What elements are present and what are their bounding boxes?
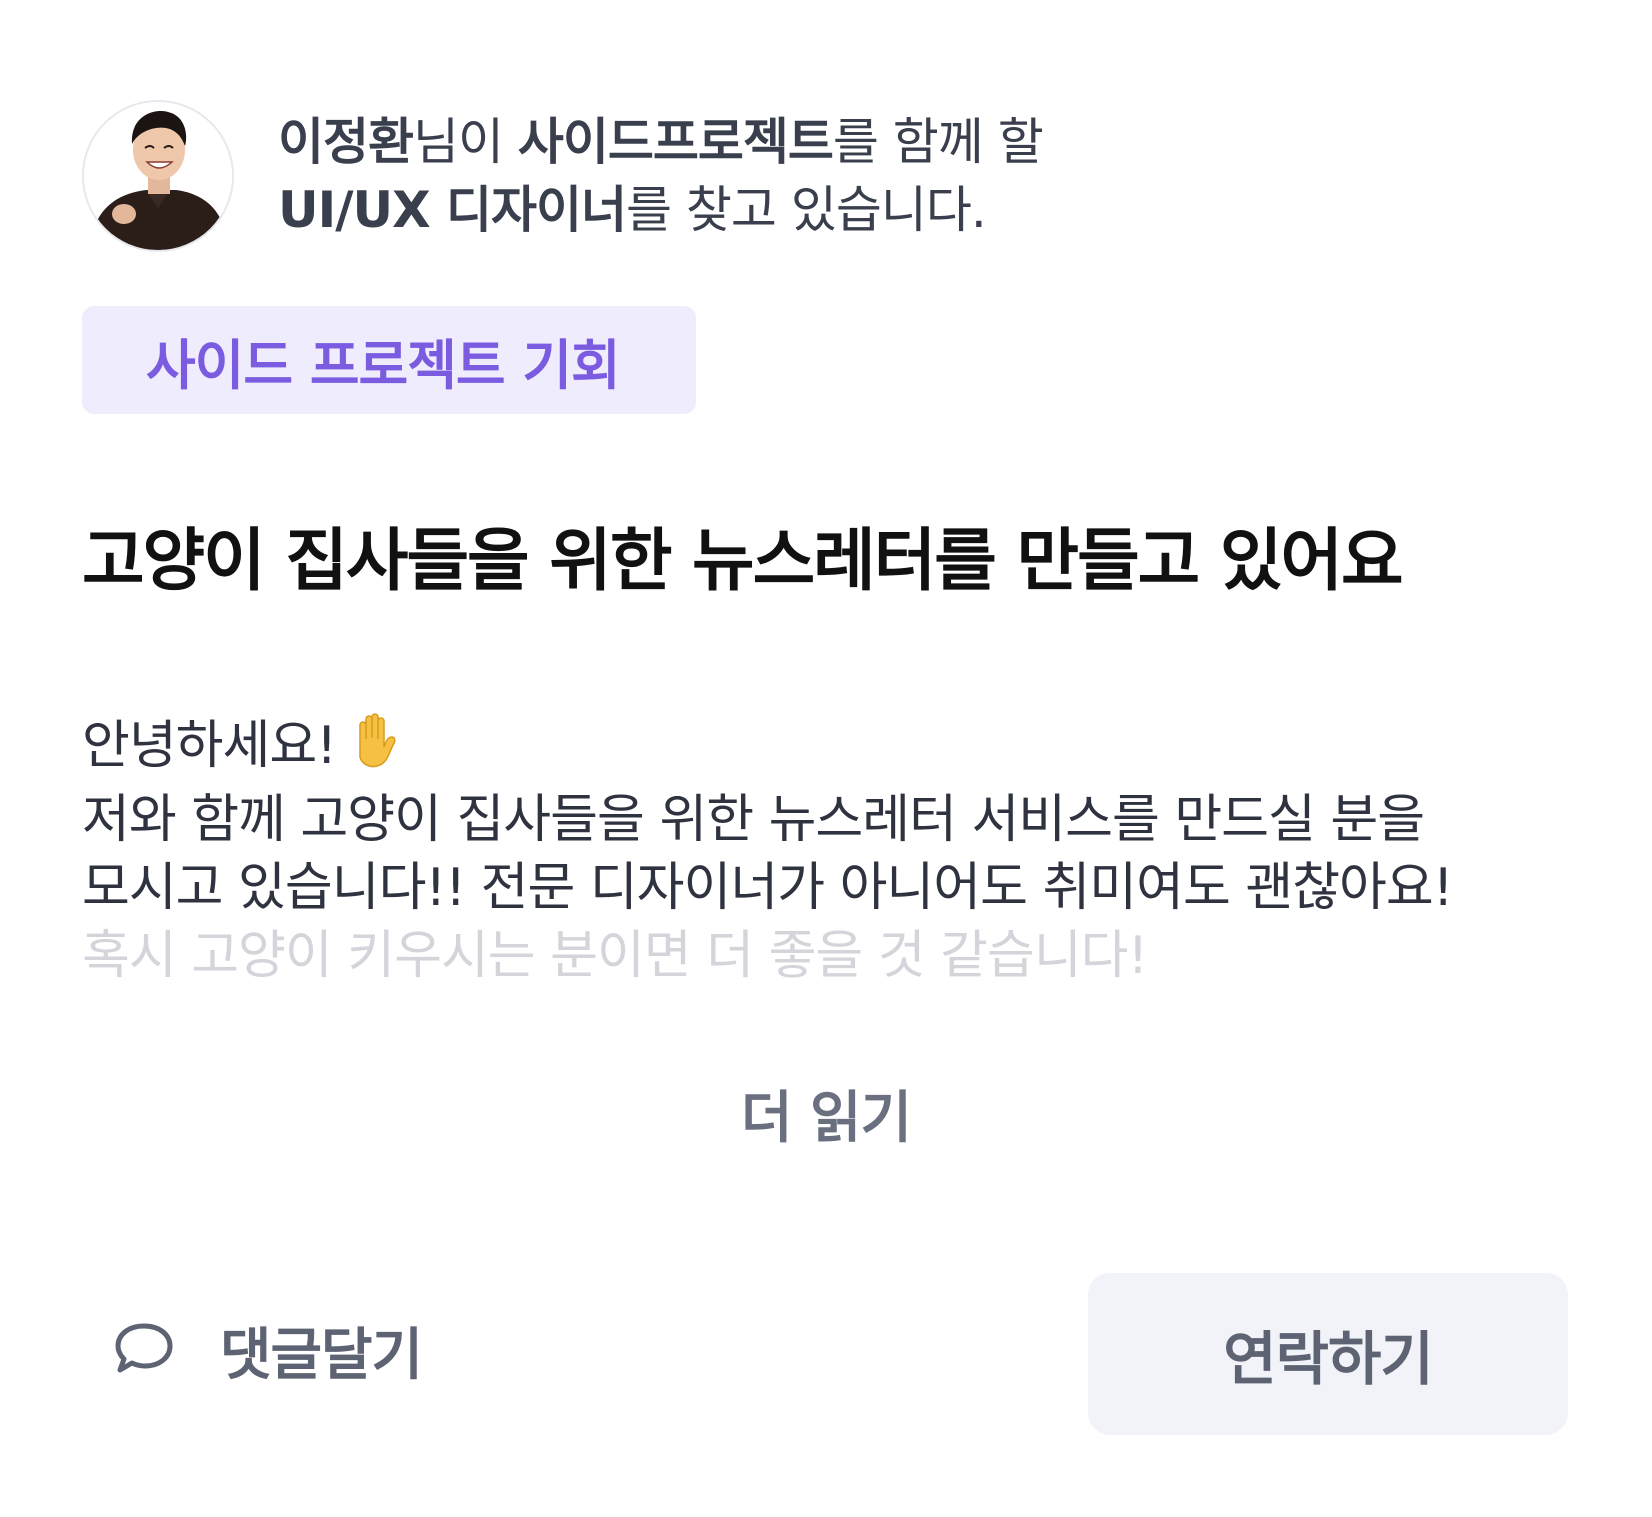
post-header: 이정환님이 사이드프로젝트를 함께 할 UI/UX 디자이너를 찾고 있습니다. <box>82 100 1044 252</box>
comment-button-label: 댓글달기 <box>220 1322 423 1388</box>
contact-button[interactable]: 연락하기 <box>1088 1273 1568 1435</box>
body-line-1: 안녕하세요! <box>82 712 1582 786</box>
project-category: 사이드프로젝트 <box>517 113 834 171</box>
speech-bubble-icon <box>112 1316 176 1384</box>
read-more-button[interactable]: 더 읽기 <box>0 1073 1652 1154</box>
greeting-text: 안녕하세요! <box>82 716 337 776</box>
post-title: 고양이 집사들을 위한 뉴스레터를 만들고 있어요 <box>82 522 1404 601</box>
contact-button-label: 연락하기 <box>1223 1325 1433 1393</box>
body-line-4: 혹시 고양이 키우시는 분이면 더 좋을 것 같습니다! <box>82 925 1148 986</box>
comment-button[interactable]: 댓글달기 <box>112 1300 423 1400</box>
post-card: 이정환님이 사이드프로젝트를 함께 할 UI/UX 디자이너를 찾고 있습니다.… <box>0 0 1652 1517</box>
body-line-3: 모시고 있습니다!! 전문 디자이너가 아니어도 취미여도 괜찮아요! <box>82 857 1454 918</box>
post-body: 안녕하세요! 저와 함께 고양이 집사들을 위한 뉴스레터 서비스를 만드실 분… <box>82 712 1582 990</box>
category-badge-label: 사이드 프로젝트 기회 <box>146 333 621 397</box>
raised-hand-icon <box>348 712 400 786</box>
post-intro-text: 이정환님이 사이드프로젝트를 함께 할 UI/UX 디자이너를 찾고 있습니다. <box>278 108 1044 244</box>
avatar-image <box>84 102 232 250</box>
category-badge: 사이드 프로젝트 기회 <box>82 306 696 414</box>
avatar[interactable] <box>82 100 234 252</box>
intro-text-3: 를 찾고 있습니다. <box>626 181 987 239</box>
author-name[interactable]: 이정환 <box>278 113 414 171</box>
intro-text-1: 님이 <box>413 113 518 171</box>
body-line-2: 저와 함께 고양이 집사들을 위한 뉴스레터 서비스를 만드실 분을 <box>82 789 1425 850</box>
intro-text-2: 를 함께 할 <box>832 113 1044 171</box>
wanted-role: UI/UX 디자이너 <box>278 181 627 239</box>
